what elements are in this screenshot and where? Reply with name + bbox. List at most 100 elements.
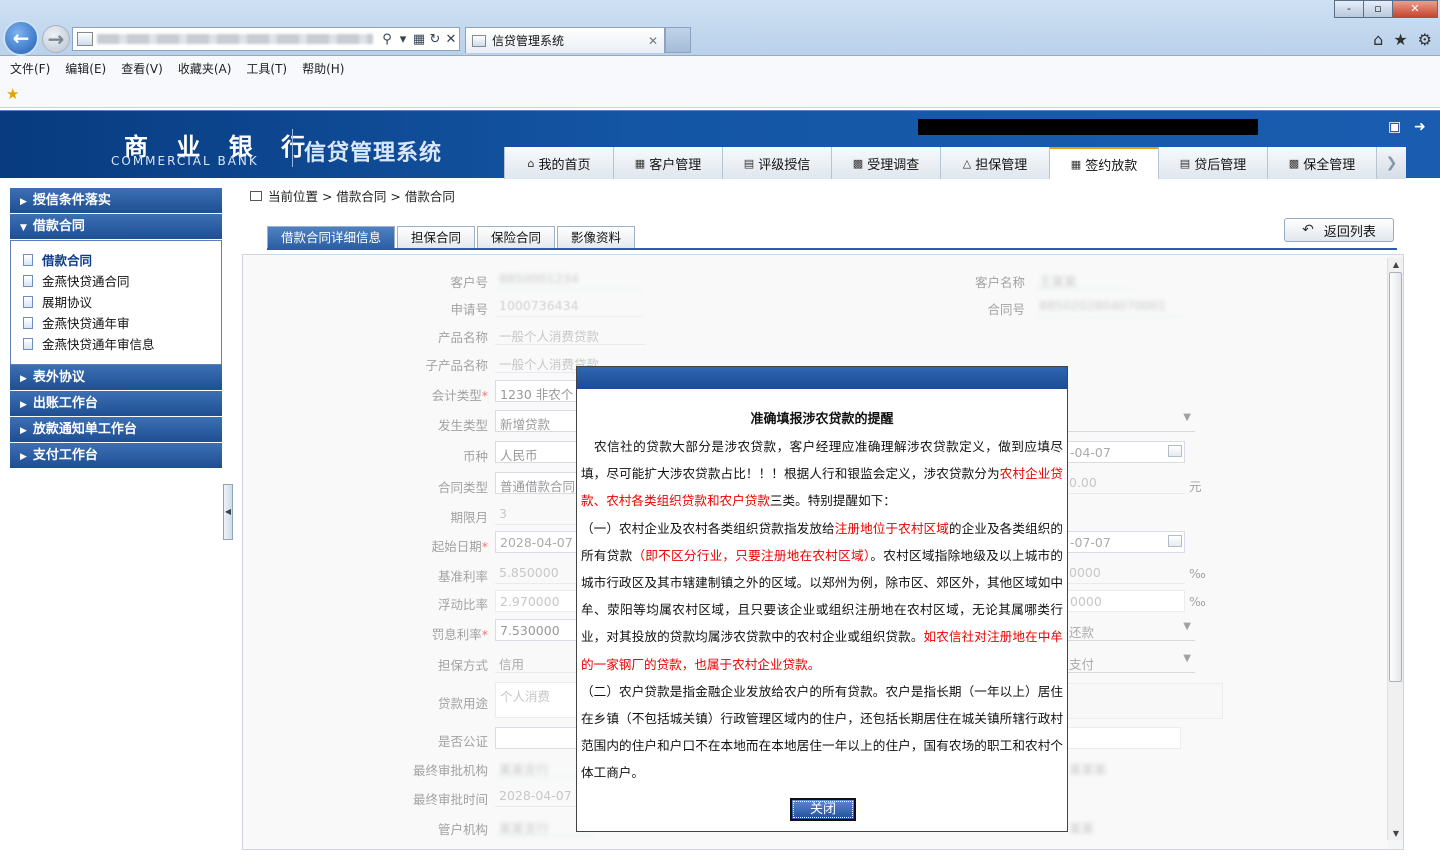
bank-logo-en: COMMERCIAL BANK xyxy=(111,154,259,168)
scroll-up-icon[interactable]: ▲ xyxy=(1388,260,1404,269)
breadcrumb-text: 当前位置 > 借款合同 > 借款合同 xyxy=(268,189,455,204)
p1-text-end: 三类。特别提醒如下： xyxy=(769,493,896,509)
minimize-button[interactable]: - xyxy=(1334,0,1364,18)
logout-icon[interactable]: ➜ xyxy=(1414,119,1426,135)
nav-scroll-right[interactable]: ❯ xyxy=(1376,147,1406,179)
stop-icon[interactable]: ✕ xyxy=(443,32,459,47)
sidebar-group-label: 借款合同 xyxy=(32,219,85,234)
nav-tab-label: 保全管理 xyxy=(1303,157,1356,173)
sidebar-item-extension[interactable]: 展期协议 xyxy=(23,291,221,312)
breadcrumb: 当前位置 > 借款合同 > 借款合同 xyxy=(250,186,455,205)
address-bar[interactable]: ⚲ ▾ ▦ ↻ ✕ xyxy=(72,27,460,51)
nav-tab-customer[interactable]: ▦ 客户管理 xyxy=(613,147,722,179)
sidebar-group-credit[interactable]: ▶ 授信条件落实 xyxy=(10,188,222,214)
menu-favorites[interactable]: 收藏夹(A) xyxy=(178,60,232,77)
sidebar-item-annual-review-info[interactable]: 金燕快贷通年审信息 xyxy=(23,333,221,354)
nav-tab-rating[interactable]: ▤ 评级授信 xyxy=(722,147,831,179)
nav-tab-survey[interactable]: ▩ 受理调查 xyxy=(831,147,940,179)
chevron-right-icon: ▶ xyxy=(20,452,27,462)
favorites-bar: ★ xyxy=(0,80,1440,108)
add-favorite-icon[interactable]: ★ xyxy=(6,85,19,103)
sidebar-group-label: 出账工作台 xyxy=(32,396,98,411)
p2-highlight-1: 注册地位于农村区域 xyxy=(834,520,949,536)
dialog-title: 准确填报涉农贷款的提醒 xyxy=(750,412,894,427)
window-controls: - ▫ ✕ xyxy=(1334,0,1438,18)
dialog-paragraph-1: 农信社的贷款大部分是涉农贷款，客户经理应准确理解涉农贷款定义，做到应填尽填，尽可… xyxy=(581,433,1063,515)
system-title: 信贷管理系统 xyxy=(304,141,443,166)
return-list-label: 返回列表 xyxy=(1323,224,1376,240)
search-icon[interactable]: ⚲ xyxy=(379,32,395,47)
favorites-star-icon[interactable]: ★ xyxy=(1393,30,1407,49)
contract-icon: ▦ xyxy=(1070,157,1082,171)
dropdown-icon[interactable]: ▾ xyxy=(395,32,411,47)
chevron-right-icon: ▶ xyxy=(20,400,27,410)
window-close-button[interactable]: ✕ xyxy=(1392,0,1438,18)
document-icon xyxy=(23,337,33,350)
dialog-close-button[interactable]: 关闭 xyxy=(790,798,856,821)
menu-edit[interactable]: 编辑(E) xyxy=(65,60,106,77)
address-url-redacted xyxy=(97,34,373,44)
sidebar-submenu: 借款合同 金燕快贷通合同 展期协议 金燕快贷通年审 金燕快贷通年审信息 xyxy=(10,240,222,365)
browser-chrome: - ▫ ✕ ← → ⚲ ▾ ▦ ↻ ✕ 信贷管理系统 ✕ ⌂ ★ ⚙ xyxy=(0,0,1440,56)
sidebar-item-annual-review[interactable]: 金燕快贷通年审 xyxy=(23,312,221,333)
menu-file[interactable]: 文件(F) xyxy=(10,60,50,77)
home-icon: ⌂ xyxy=(527,156,535,170)
maximize-button[interactable]: ▫ xyxy=(1363,0,1393,18)
nav-tab-label: 签约放款 xyxy=(1085,158,1138,174)
sidebar-item-label: 展期协议 xyxy=(42,295,93,310)
chevron-right-icon: ▶ xyxy=(20,426,27,436)
home-icon[interactable]: ⌂ xyxy=(1373,30,1383,49)
tab-insurance-contract[interactable]: 保险合同 xyxy=(477,226,556,248)
survey-icon: ▩ xyxy=(852,156,864,170)
dialog-titlebar xyxy=(577,367,1067,389)
nav-tab-guarantee[interactable]: △ 担保管理 xyxy=(940,147,1049,179)
new-tab-button[interactable] xyxy=(665,27,691,53)
scrollbar-thumb[interactable] xyxy=(1389,272,1402,682)
dialog-paragraph-2: （一）农村企业及农村各类组织贷款指发放给注册地位于农村区域的企业及各类组织的所有… xyxy=(581,515,1063,678)
sidebar-group-disburse[interactable]: ▶ 出账工作台 xyxy=(10,391,222,417)
sidebar-item-label: 金燕快贷通合同 xyxy=(42,274,130,289)
p1-text: 农信社的贷款大部分是涉农贷款，客户经理应准确理解涉农贷款定义，做到应填尽填，尽可… xyxy=(581,439,1064,482)
sidebar: ▶ 授信条件落实 ▼ 借款合同 借款合同 金燕快贷通合同 展期协议 金燕快贷通年审 … xyxy=(10,188,222,469)
nav-tab-label: 贷后管理 xyxy=(1194,157,1247,173)
agri-loan-reminder-dialog: 准确填报涉农贷款的提醒 农信社的贷款大部分是涉农贷款，客户经理应准确理解涉农贷款… xyxy=(576,366,1068,832)
menu-view[interactable]: 查看(V) xyxy=(121,60,163,77)
tab-close-icon[interactable]: ✕ xyxy=(648,34,664,48)
nav-tab-home[interactable]: ⌂ 我的首页 xyxy=(504,147,613,179)
sidebar-item-label: 金燕快贷通年审 xyxy=(42,316,130,331)
page-icon xyxy=(77,32,93,46)
tab-contract-detail[interactable]: 借款合同详细信息 xyxy=(267,226,396,248)
sidebar-group-notice[interactable]: ▶ 放款通知单工作台 xyxy=(10,417,222,443)
sidebar-item-loan-contract[interactable]: 借款合同 xyxy=(23,249,221,270)
dialog-body: 农信社的贷款大部分是涉农贷款，客户经理应准确理解涉农贷款定义，做到应填尽填，尽可… xyxy=(577,433,1067,787)
refresh-icon[interactable]: ↻ xyxy=(427,32,443,47)
gear-icon[interactable]: ⚙ xyxy=(1418,30,1432,49)
chevron-right-icon: ▶ xyxy=(20,197,27,207)
back-button[interactable]: ← xyxy=(3,20,39,56)
nav-tab-postloan[interactable]: ▤ 贷后管理 xyxy=(1158,147,1267,179)
compat-icon[interactable]: ▦ xyxy=(411,32,427,47)
logo-divider xyxy=(292,129,293,167)
content-scrollbar[interactable]: ▲ ▼ xyxy=(1387,258,1403,840)
sidebar-item-jinyan-contract[interactable]: 金燕快贷通合同 xyxy=(23,270,221,291)
dialog-paragraph-3: （二）农户贷款是指金融企业发放给农户的所有贷款。农户是指长期（一年以上）居住在乡… xyxy=(581,678,1063,787)
content-tabs: 借款合同详细信息 担保合同 保险合同 影像资料 xyxy=(267,226,636,248)
sidebar-collapse-handle[interactable]: ◀ xyxy=(223,484,233,540)
rating-icon: ▤ xyxy=(743,156,755,170)
sidebar-group-offbalance[interactable]: ▶ 表外协议 xyxy=(10,365,222,391)
scroll-down-icon[interactable]: ▼ xyxy=(1388,829,1404,838)
monitor-icon[interactable]: ▣ xyxy=(1388,119,1401,135)
nav-tab-signing[interactable]: ▦ 签约放款 xyxy=(1049,147,1158,179)
forward-button[interactable]: → xyxy=(42,25,70,53)
nav-tab-preserve[interactable]: ▩ 保全管理 xyxy=(1267,147,1376,179)
tab-images[interactable]: 影像资料 xyxy=(557,226,636,248)
menu-tools[interactable]: 工具(T) xyxy=(246,60,287,77)
customer-icon: ▦ xyxy=(634,156,646,170)
return-list-button[interactable]: ↶ 返回列表 xyxy=(1284,218,1394,242)
sidebar-group-payment[interactable]: ▶ 支付工作台 xyxy=(10,443,222,469)
menu-help[interactable]: 帮助(H) xyxy=(302,60,344,77)
tab-guarantee-contract[interactable]: 担保合同 xyxy=(397,226,476,248)
sidebar-group-loan-contract[interactable]: ▼ 借款合同 xyxy=(10,214,222,240)
return-icon: ↶ xyxy=(1302,222,1314,238)
browser-tab[interactable]: 信贷管理系统 ✕ xyxy=(465,27,665,53)
